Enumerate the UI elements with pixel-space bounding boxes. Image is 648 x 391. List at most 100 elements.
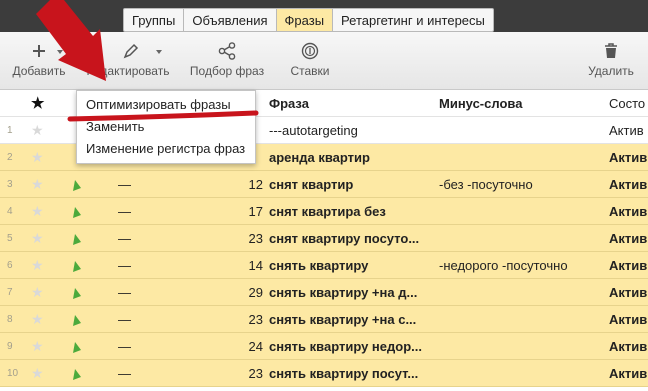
- menu-item-optimize-phrases[interactable]: Оптимизировать фразы: [86, 94, 231, 116]
- bid-value[interactable]: 23: [180, 306, 263, 333]
- star-icon[interactable]: ★: [31, 306, 47, 333]
- tab-ads[interactable]: Объявления: [184, 8, 277, 32]
- row-number: 8: [7, 314, 13, 325]
- star-icon[interactable]: ★: [31, 198, 47, 225]
- dash-value: —: [118, 339, 131, 354]
- minus-words-text[interactable]: -без -посуточно: [439, 171, 599, 198]
- view-tabs: Группы Объявления Фразы Ретаргетинг и ин…: [123, 8, 494, 32]
- pencil-icon: [82, 42, 174, 60]
- phrase-text[interactable]: снять квартиру недор...: [269, 333, 432, 360]
- minus-words-text[interactable]: [439, 144, 599, 171]
- minus-words-text[interactable]: [439, 225, 599, 252]
- table-row[interactable]: 10 ★ — 23 снять квартиру посут... Актив: [0, 360, 648, 387]
- dash-value: —: [118, 366, 131, 381]
- menu-item-change-case[interactable]: Изменение регистра фраз: [86, 138, 245, 160]
- minus-words-text[interactable]: [439, 333, 599, 360]
- phrase-select-button[interactable]: Подбор фраз: [186, 32, 268, 90]
- flag-icon: [71, 171, 85, 198]
- edit-dropdown-menu: Оптимизировать фразы Заменить Изменение …: [76, 90, 256, 164]
- table-row[interactable]: 7 ★ — 29 снять квартиру +на д... Актив: [0, 279, 648, 306]
- row-number: 6: [7, 260, 13, 271]
- status-text: Актив: [609, 204, 648, 219]
- star-icon[interactable]: ★: [31, 279, 47, 306]
- minus-words-text[interactable]: [439, 279, 599, 306]
- phrase-column-header[interactable]: Фраза: [269, 90, 432, 117]
- flag-icon: [71, 252, 85, 279]
- bid-value[interactable]: 24: [180, 333, 263, 360]
- flag-icon: [71, 360, 85, 387]
- status-text: Актив: [609, 177, 648, 192]
- dash-value: —: [118, 204, 131, 219]
- row-number: 5: [7, 233, 13, 244]
- add-button[interactable]: Добавить: [6, 32, 72, 90]
- edit-button[interactable]: Редактировать: [82, 32, 174, 90]
- bid-value[interactable]: 29: [180, 279, 263, 306]
- phrase-text[interactable]: аренда квартир: [269, 144, 432, 171]
- dash-value: —: [118, 177, 131, 192]
- minus-words-text[interactable]: [439, 360, 599, 387]
- row-number: 7: [7, 287, 13, 298]
- star-icon[interactable]: ★: [31, 144, 47, 171]
- phrase-text[interactable]: снять квартиру: [269, 252, 432, 279]
- star-icon[interactable]: ★: [31, 117, 47, 144]
- minus-words-text[interactable]: [439, 117, 599, 144]
- bid-value[interactable]: 17: [180, 198, 263, 225]
- star-icon[interactable]: ★: [31, 333, 47, 360]
- status-column-header[interactable]: Состо: [609, 90, 648, 117]
- bid-value[interactable]: 23: [180, 225, 263, 252]
- flag-icon: [71, 198, 85, 225]
- coin-icon: [282, 42, 338, 60]
- status-text: Актив: [609, 123, 644, 138]
- flag-icon: [71, 306, 85, 333]
- table-row[interactable]: 8 ★ — 23 снять квартиру +на с... Актив: [0, 306, 648, 333]
- dash-value: —: [118, 285, 131, 300]
- dash-value: —: [118, 231, 131, 246]
- table-row[interactable]: 9 ★ — 24 снять квартиру недор... Актив: [0, 333, 648, 360]
- table-row[interactable]: 4 ★ — 17 снят квартира без Актив: [0, 198, 648, 225]
- delete-button[interactable]: Удалить: [582, 32, 640, 90]
- toolbar: Добавить Редактировать Подбор фраз Ставк…: [0, 32, 648, 90]
- star-column-header[interactable]: ★: [31, 90, 47, 117]
- bid-value[interactable]: 14: [180, 252, 263, 279]
- phrase-text[interactable]: снят квартира без: [269, 198, 432, 225]
- flag-icon: [71, 279, 85, 306]
- status-text: Актив: [609, 312, 648, 327]
- row-number: 1: [7, 125, 13, 136]
- phrase-text[interactable]: снять квартиру посут...: [269, 360, 432, 387]
- status-text: Актив: [609, 366, 648, 381]
- status-text: Актив: [609, 339, 648, 354]
- phrase-text[interactable]: снят квартиру посуто...: [269, 225, 432, 252]
- tab-phrases[interactable]: Фразы: [276, 8, 334, 32]
- phrase-text[interactable]: снят квартир: [269, 171, 432, 198]
- tab-groups[interactable]: Группы: [123, 8, 185, 32]
- star-icon[interactable]: ★: [31, 225, 47, 252]
- dash-value: —: [118, 258, 131, 273]
- phrase-text[interactable]: снять квартиру +на с...: [269, 306, 432, 333]
- phrase-text[interactable]: ---autotargeting: [269, 117, 432, 144]
- trash-icon: [582, 42, 640, 60]
- minus-words-text[interactable]: -недорого -посуточно: [439, 252, 599, 279]
- status-text: Актив: [609, 285, 648, 300]
- share-nodes-icon: [186, 42, 268, 60]
- phrase-text[interactable]: снять квартиру +на д...: [269, 279, 432, 306]
- tab-retargeting[interactable]: Ретаргетинг и интересы: [333, 8, 494, 32]
- table-row[interactable]: 6 ★ — 14 снять квартиру -недорого -посуточно А…: [0, 252, 648, 279]
- table-row[interactable]: 3 ★ — 12 снят квартир -без -посуточно Актив: [0, 171, 648, 198]
- flag-icon: [71, 333, 85, 360]
- row-number: 9: [7, 341, 13, 352]
- minus-words-column-header[interactable]: Минус-слова: [439, 90, 599, 117]
- bid-value[interactable]: 23: [180, 360, 263, 387]
- star-icon[interactable]: ★: [31, 252, 47, 279]
- star-icon[interactable]: ★: [31, 360, 47, 387]
- status-text: Актив: [609, 150, 648, 165]
- table-row[interactable]: 5 ★ — 23 снят квартиру посуто... Актив: [0, 225, 648, 252]
- minus-words-text[interactable]: [439, 306, 599, 333]
- status-text: Актив: [609, 231, 648, 246]
- bids-button[interactable]: Ставки: [282, 32, 338, 90]
- star-icon[interactable]: ★: [31, 171, 47, 198]
- menu-item-replace[interactable]: Заменить: [86, 116, 144, 138]
- row-number: 2: [7, 152, 13, 163]
- bid-value[interactable]: 12: [180, 171, 263, 198]
- plus-icon: [6, 42, 72, 60]
- minus-words-text[interactable]: [439, 198, 599, 225]
